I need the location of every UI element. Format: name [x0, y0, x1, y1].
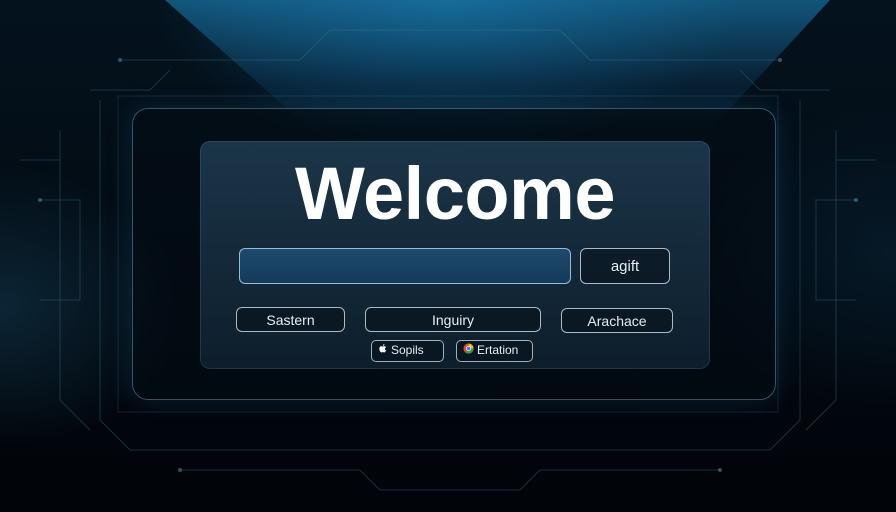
browser-button-label: Ertation — [477, 343, 519, 357]
sastern-button[interactable]: Sastern — [236, 307, 345, 332]
browser-signin-button[interactable]: Ertation — [456, 340, 533, 362]
login-screen: Welcome agift Sastern Inguiry Arachace S… — [0, 0, 896, 512]
submit-button[interactable]: agift — [580, 248, 670, 284]
apple-icon — [378, 341, 388, 360]
welcome-title: Welcome — [294, 152, 616, 235]
inquiry-button[interactable]: Inguiry — [365, 307, 541, 332]
apple-button-label: Sopils — [391, 343, 424, 357]
search-input[interactable] — [239, 248, 571, 284]
browser-icon — [463, 341, 474, 360]
arachace-button[interactable]: Arachace — [561, 308, 673, 333]
apple-signin-button[interactable]: Sopils — [371, 340, 444, 362]
